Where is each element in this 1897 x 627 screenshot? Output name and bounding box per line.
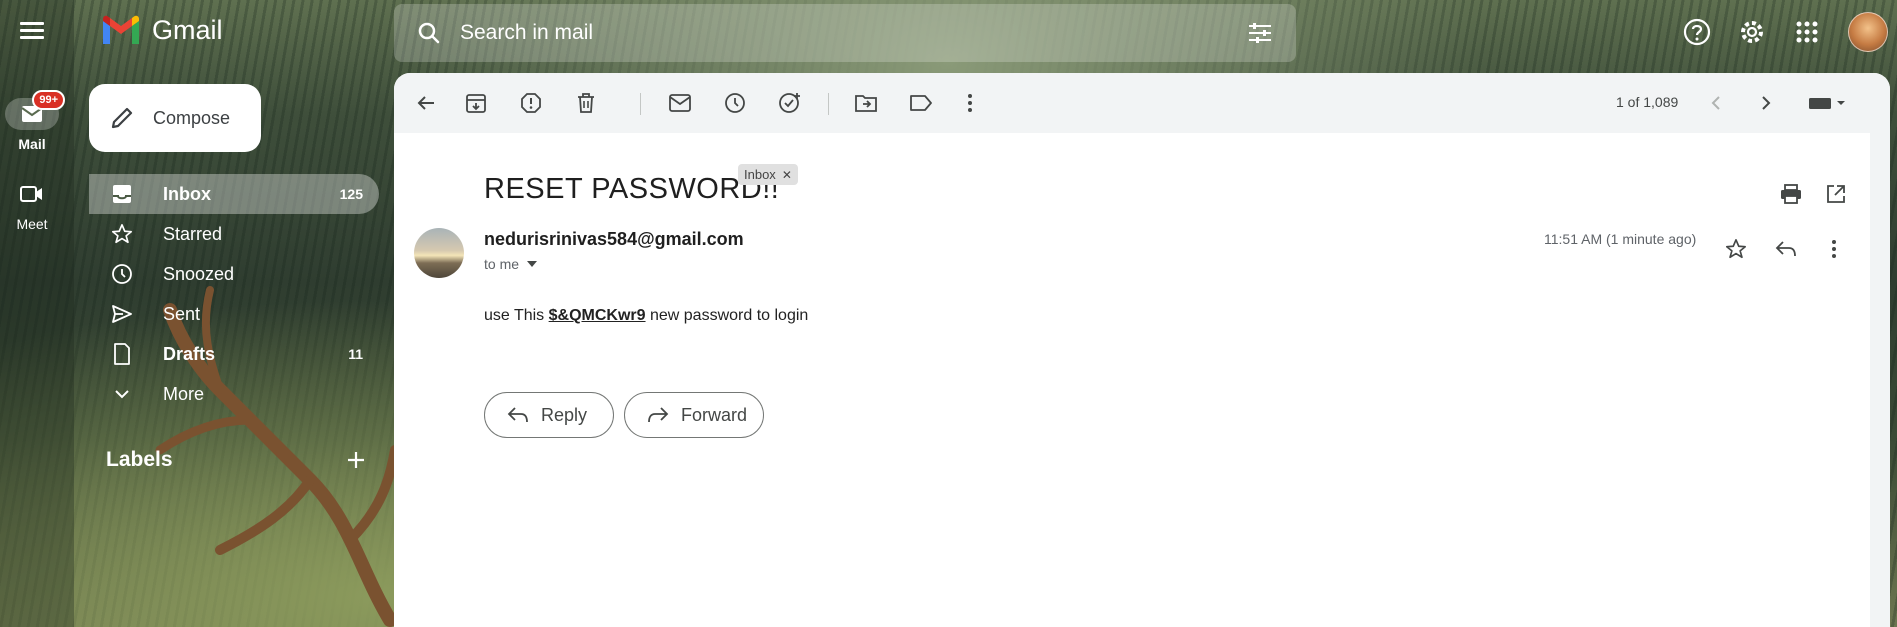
inbox-icon [107, 184, 137, 204]
input-tools-keyboard-icon[interactable] [1802, 83, 1852, 123]
compose-label: Compose [153, 107, 231, 128]
sidebar-item-drafts[interactable]: Drafts 11 [89, 334, 379, 374]
reply-arrow-icon[interactable] [1766, 229, 1806, 269]
reply-icon [507, 406, 529, 424]
toolbar-divider [828, 93, 829, 115]
body-prefix: use This [484, 307, 549, 324]
clock-icon [107, 263, 137, 285]
reply-button[interactable]: Reply [484, 392, 614, 438]
sender-avatar[interactable] [414, 228, 464, 278]
sender-email[interactable]: nedurisrinivas584@gmail.com [484, 229, 744, 250]
draft-icon [107, 343, 137, 365]
apps-grid-icon[interactable] [1789, 14, 1825, 50]
print-icon[interactable] [1771, 174, 1811, 214]
label-tag-icon[interactable] [901, 83, 941, 123]
account-avatar[interactable] [1848, 12, 1888, 52]
search-bar [394, 4, 1296, 62]
report-spam-icon[interactable] [511, 83, 551, 123]
search-input[interactable] [460, 21, 1244, 45]
reply-label: Reply [541, 404, 588, 425]
compose-button[interactable]: Compose [89, 84, 261, 152]
sidebar-item-more[interactable]: More [89, 374, 379, 414]
sidebar-item-inbox[interactable]: Inbox 125 [89, 174, 379, 214]
search-icon[interactable] [414, 18, 444, 48]
rail-mail[interactable]: 99+ Mail [0, 90, 65, 152]
move-to-folder-icon[interactable] [846, 83, 886, 123]
forward-button[interactable]: Forward [624, 392, 764, 438]
mail-unread-badge: 99+ [32, 90, 65, 110]
gmail-logo[interactable]: Gmail [100, 14, 223, 46]
message-more-vertical-icon[interactable] [1814, 229, 1854, 269]
caret-down-icon [527, 261, 538, 267]
video-camera-icon [20, 186, 42, 202]
unread-count: 125 [339, 186, 363, 202]
main-menu-button[interactable] [14, 18, 50, 48]
email-timestamp: 11:51 AM (1 minute ago) [1544, 231, 1697, 247]
open-new-window-icon[interactable] [1816, 174, 1856, 214]
inbox-chip-label: Inbox [744, 167, 776, 182]
sidebar-item-label: Drafts [163, 343, 216, 364]
forward-label: Forward [681, 404, 748, 425]
sidebar-item-snoozed[interactable]: Snoozed [89, 254, 379, 294]
password-code: $&QMCKwr9 [548, 307, 646, 324]
gmail-m-icon [103, 15, 139, 44]
delete-trash-icon[interactable] [566, 83, 606, 123]
recipient-label: to me [484, 256, 520, 272]
newer-chevron-left-icon[interactable] [1696, 83, 1736, 123]
sidebar-item-label: Sent [163, 303, 201, 324]
scroll-gutter[interactable] [1870, 133, 1890, 627]
remove-label-close-icon[interactable]: ✕ [782, 168, 792, 182]
search-options-icon[interactable] [1244, 17, 1276, 49]
sidebar-item-sent[interactable]: Sent [89, 294, 379, 334]
email-toolbar: 1 of 1,089 [394, 73, 1890, 133]
rail-mail-label: Mail [18, 136, 46, 152]
app-name: Gmail [152, 14, 223, 45]
sidebar-item-label: Starred [163, 223, 223, 244]
sidebar-item-starred[interactable]: Starred [89, 214, 379, 254]
body-suffix: new password to login [645, 307, 809, 324]
older-chevron-right-icon[interactable] [1746, 83, 1786, 123]
back-arrow-icon[interactable] [406, 83, 446, 123]
sidebar-item-label: More [163, 383, 205, 404]
star-icon[interactable] [1716, 229, 1756, 269]
send-icon [107, 304, 137, 324]
mark-unread-icon[interactable] [660, 83, 700, 123]
draft-count: 11 [348, 346, 363, 362]
pencil-icon [109, 105, 135, 131]
add-task-icon[interactable] [770, 83, 810, 123]
help-icon[interactable] [1679, 14, 1715, 50]
star-icon [107, 223, 137, 245]
email-subject: RESET PASSWORD!! [484, 173, 780, 205]
labels-heading: Labels [106, 448, 173, 471]
email-view-panel: 1 of 1,089 RESET PASSWORD!! Inbox ✕ nedu… [394, 73, 1890, 627]
sidebar-item-label: Inbox [163, 183, 211, 204]
snooze-clock-icon[interactable] [715, 83, 755, 123]
inbox-label-chip: Inbox ✕ [738, 164, 798, 185]
more-vertical-icon[interactable] [950, 83, 990, 123]
sidebar-item-label: Snoozed [163, 263, 235, 284]
add-label-icon[interactable] [342, 446, 370, 474]
archive-icon[interactable] [456, 83, 496, 123]
email-message-body: use This $&QMCKwr9 new password to login [484, 307, 808, 325]
chevron-down-icon [107, 389, 137, 399]
recipient-details-toggle[interactable]: to me [484, 256, 538, 272]
rail-meet-label: Meet [16, 216, 48, 232]
pagination-count: 1 of 1,089 [1616, 94, 1679, 110]
rail-meet[interactable]: Meet [0, 178, 64, 232]
email-body-area [394, 133, 1870, 627]
settings-gear-icon[interactable] [1734, 14, 1770, 50]
forward-icon [647, 406, 669, 424]
toolbar-divider [640, 93, 641, 115]
